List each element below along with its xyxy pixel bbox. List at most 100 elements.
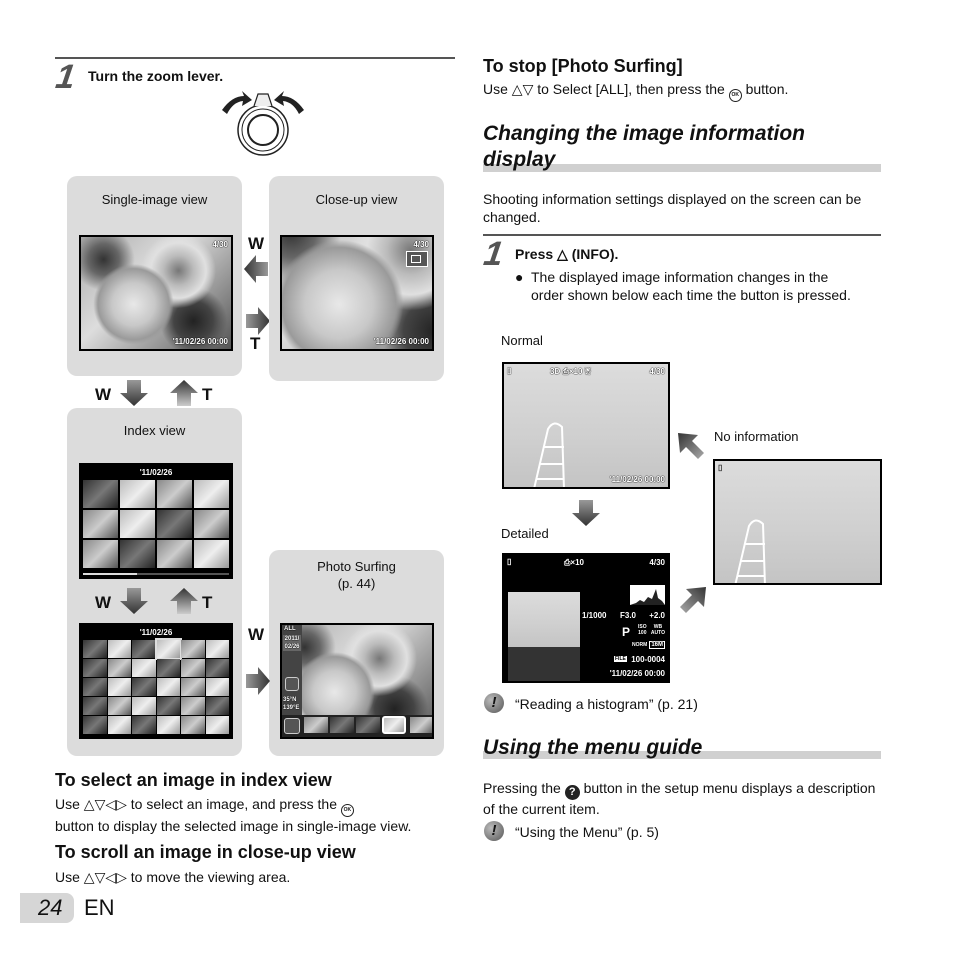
thumbnail[interactable] — [83, 659, 107, 677]
thumbnail[interactable] — [156, 716, 180, 734]
thumbnail[interactable] — [120, 480, 155, 508]
lifeguard-tower-image — [734, 519, 766, 583]
thumbnail[interactable] — [205, 640, 229, 658]
thumbnail[interactable] — [181, 640, 205, 658]
text: The displayed image information changes … — [531, 269, 851, 303]
filmstrip-thumb[interactable] — [330, 717, 354, 733]
menu-guide-title: Using the menu guide — [483, 736, 703, 759]
thumbnail[interactable] — [83, 640, 107, 658]
stop-surfing-heading: To stop [Photo Surfing] — [483, 56, 683, 76]
ok-button-icon: OK — [340, 804, 354, 817]
thumbnail-image — [508, 592, 580, 647]
text: Pressing the — [483, 780, 561, 796]
arrow-up-icon — [170, 588, 198, 614]
date-time: '11/02/26 00:00 — [373, 337, 429, 346]
thumbnail[interactable] — [132, 659, 156, 677]
thumbnail[interactable] — [181, 678, 205, 696]
text: button. — [745, 81, 789, 97]
thumbnail[interactable] — [181, 697, 205, 715]
thumbnail[interactable] — [181, 716, 205, 734]
scrollbar[interactable] — [83, 573, 229, 575]
image-size: 16M — [649, 641, 665, 649]
arrow-down-icon — [120, 380, 148, 406]
filmstrip[interactable] — [282, 715, 432, 737]
w-label: W — [248, 625, 265, 644]
thumbnail[interactable] — [83, 540, 118, 568]
thumbnail[interactable] — [205, 678, 229, 696]
text: Press — [515, 246, 554, 262]
filmstrip-thumb[interactable] — [410, 717, 432, 733]
battery-icon: ▯ — [507, 366, 512, 375]
thumbnail[interactable] — [157, 510, 192, 538]
navigation-frame — [406, 251, 428, 267]
thumbnail[interactable] — [156, 678, 180, 696]
detailed-label: Detailed — [501, 526, 549, 541]
thumbnail[interactable] — [120, 510, 155, 538]
scroll-closeup-heading: To scroll an image in close-up view — [55, 842, 356, 862]
thumbnail[interactable] — [194, 510, 229, 538]
osd-date: 2011/ 02/26 — [283, 635, 301, 651]
thumbnail-grid — [83, 638, 229, 734]
thumbnail[interactable] — [157, 540, 192, 568]
thumbnail[interactable] — [205, 716, 229, 734]
filmstrip-thumb-selected[interactable] — [382, 716, 406, 734]
exposure-compensation: +2.0 — [649, 611, 665, 620]
select-index-heading: To select an image in index view — [55, 770, 332, 790]
thumbnail[interactable] — [83, 510, 118, 538]
photo-surfing-screen: ALL 2011/ 02/26 35°N 139°E — [280, 623, 434, 739]
step-bullet: ● The displayed image information change… — [515, 268, 860, 304]
zoom-lever-icon — [222, 91, 304, 156]
thumbnail[interactable] — [154, 638, 182, 660]
thumbnail[interactable] — [132, 697, 156, 715]
filmstrip-thumb[interactable] — [356, 717, 380, 733]
menu-note-link[interactable]: “Using the Menu” (p. 5) — [515, 823, 659, 841]
thumbnail[interactable] — [156, 697, 180, 715]
histogram — [630, 585, 665, 605]
index-date: '11/02/26 — [139, 628, 173, 637]
thumbnail[interactable] — [107, 716, 131, 734]
step-number: 1 — [53, 58, 78, 96]
thumbnail[interactable] — [132, 716, 156, 734]
thumbnail[interactable] — [132, 640, 156, 658]
histogram-note-link[interactable]: “Reading a histogram” (p. 21) — [515, 695, 698, 713]
osd-print-settings: ⎙×10 — [564, 558, 584, 567]
thumbnail[interactable] — [107, 697, 131, 715]
filmstrip-thumb[interactable] — [304, 717, 328, 733]
osd-longitude: 139°E — [283, 705, 300, 711]
w-label: W — [248, 234, 265, 253]
file-label: FILE — [614, 656, 627, 662]
step-number: 1 — [481, 235, 506, 273]
info-intro: Shooting information settings displayed … — [483, 191, 862, 225]
thumbnail[interactable] — [157, 480, 192, 508]
thumbnail[interactable] — [194, 540, 229, 568]
thumbnail[interactable] — [120, 540, 155, 568]
text: to move the viewing area. — [130, 869, 291, 885]
text: button to display the selected image in … — [55, 818, 412, 834]
thumbnail[interactable] — [181, 659, 205, 677]
thumbnail[interactable] — [83, 716, 107, 734]
thumbnail[interactable] — [83, 697, 107, 715]
thumbnail[interactable] — [107, 659, 131, 677]
scrollbar-thumb[interactable] — [83, 573, 138, 575]
iso-setting: ISO 100 — [638, 624, 647, 636]
thumbnail[interactable] — [107, 640, 131, 658]
help-button-icon: ? — [564, 785, 580, 800]
thumbnail[interactable] — [205, 697, 229, 715]
battery-icon: ▯ — [507, 557, 512, 566]
page-number: 24 — [38, 895, 63, 920]
panel-label: Single-image view — [101, 192, 208, 207]
arrow-pad-icon: △▽◁▷ — [83, 796, 127, 812]
thumbnail[interactable] — [83, 678, 107, 696]
thumbnail[interactable] — [107, 678, 131, 696]
thumbnail[interactable] — [205, 659, 229, 677]
thumbnail[interactable] — [83, 480, 118, 508]
iso-value: 100 — [638, 630, 647, 636]
panel-label: Index view — [123, 423, 186, 438]
thumbnail[interactable] — [156, 659, 180, 677]
thumbnail[interactable] — [194, 480, 229, 508]
thumbnail[interactable] — [132, 678, 156, 696]
arrow-right-icon — [246, 667, 270, 695]
frame-counter: 4/30 — [649, 367, 665, 376]
file-number: 100-0004 — [631, 655, 665, 664]
lifeguard-tower-image — [533, 422, 565, 487]
